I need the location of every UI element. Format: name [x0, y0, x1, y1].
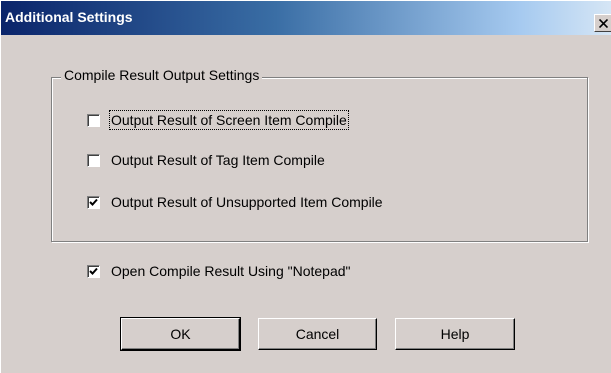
screen-item-compile-option[interactable]: Output Result of Screen Item Compile	[87, 110, 349, 130]
check-mark-icon	[89, 267, 98, 275]
tag-item-compile-option[interactable]: Output Result of Tag Item Compile	[87, 150, 325, 170]
additional-settings-dialog: Additional Settings Compile Result Outpu…	[0, 0, 611, 373]
cancel-button[interactable]: Cancel	[258, 318, 377, 350]
notepad-checkbox[interactable]	[87, 264, 100, 278]
close-button[interactable]	[594, 14, 611, 32]
unsupported-item-compile-option[interactable]: Output Result of Unsupported Item Compil…	[87, 192, 383, 212]
help-button[interactable]: Help	[395, 318, 515, 350]
tag-item-compile-checkbox[interactable]	[87, 153, 100, 167]
notepad-label: Open Compile Result Using "Notepad"	[111, 263, 351, 279]
screen-item-compile-label: Output Result of Screen Item Compile	[109, 110, 349, 130]
check-mark-icon	[89, 198, 98, 206]
close-icon	[599, 19, 608, 28]
group-legend: Compile Result Output Settings	[61, 67, 263, 83]
tag-item-compile-label: Output Result of Tag Item Compile	[111, 152, 325, 168]
ok-button[interactable]: OK	[120, 317, 241, 351]
unsupported-item-compile-label: Output Result of Unsupported Item Compil…	[111, 194, 383, 210]
title-bar[interactable]: Additional Settings	[1, 1, 611, 35]
screen-item-compile-checkbox[interactable]	[87, 113, 100, 127]
notepad-option[interactable]: Open Compile Result Using "Notepad"	[87, 261, 351, 281]
unsupported-item-compile-checkbox[interactable]	[87, 195, 100, 209]
dialog-title: Additional Settings	[5, 9, 133, 25]
